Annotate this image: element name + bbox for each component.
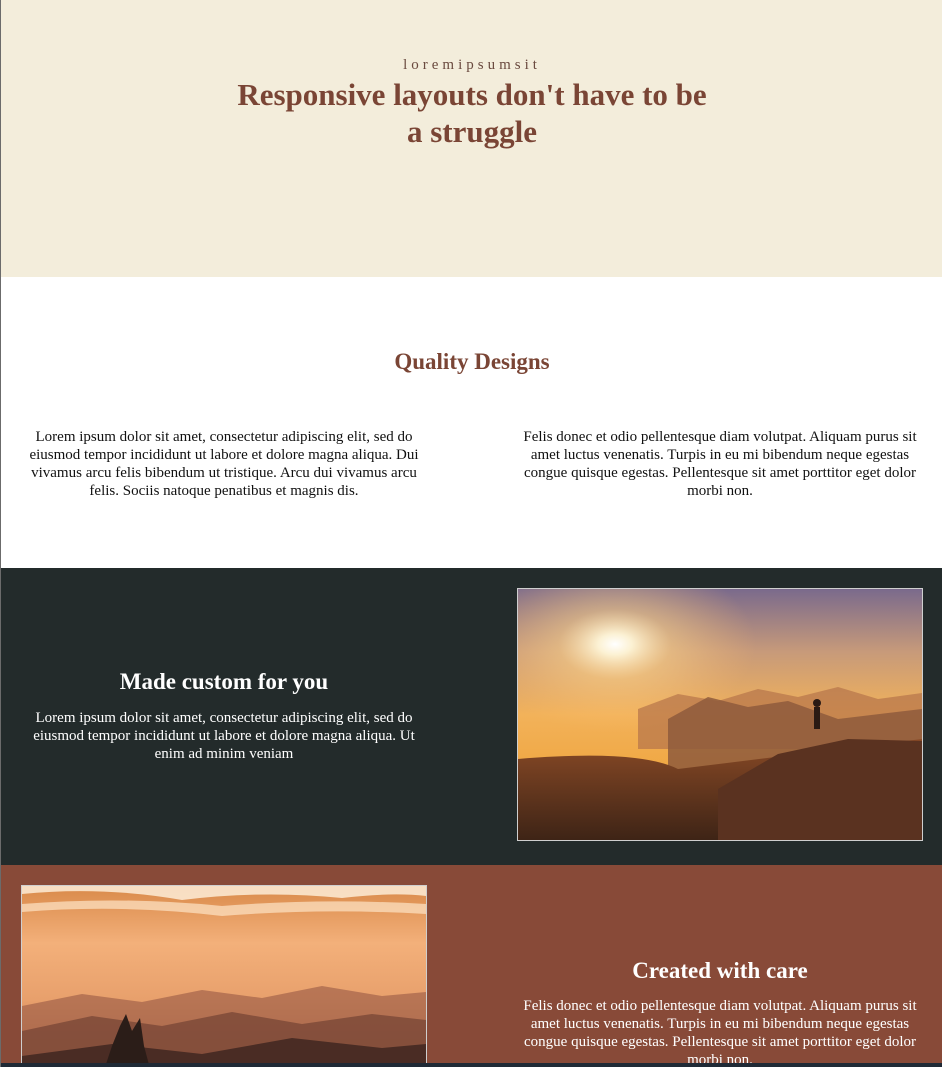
custom-text: Lorem ipsum dolor sit amet, consectetur … — [33, 710, 415, 762]
misty-mountain-photo — [21, 885, 427, 1067]
care-text: Felis donec et odio pellentesque diam vo… — [523, 998, 917, 1067]
quality-section: Quality Designs Lorem ipsum dolor sit am… — [1, 277, 942, 568]
custom-section: Made custom for you Lorem ipsum dolor si… — [1, 568, 942, 865]
care-section: Created with care Felis donec et odio pe… — [1, 865, 942, 1067]
hero-kicker: loremipsumsit — [403, 57, 541, 73]
page: loremipsumsit Responsive layouts don't h… — [0, 0, 942, 1067]
bottom-edge-bar — [1, 1063, 942, 1067]
quality-heading: Quality Designs — [394, 349, 550, 374]
quality-right-text: Felis donec et odio pellentesque diam vo… — [523, 429, 917, 499]
hero-title: Responsive layouts don't have to be a st… — [237, 77, 707, 149]
hero-section: loremipsumsit Responsive layouts don't h… — [1, 0, 942, 277]
mountain-sunrise-photo — [517, 588, 923, 841]
quality-left-text: Lorem ipsum dolor sit amet, consectetur … — [29, 429, 419, 499]
custom-heading: Made custom for you — [119, 669, 329, 694]
care-heading: Created with care — [632, 958, 808, 983]
